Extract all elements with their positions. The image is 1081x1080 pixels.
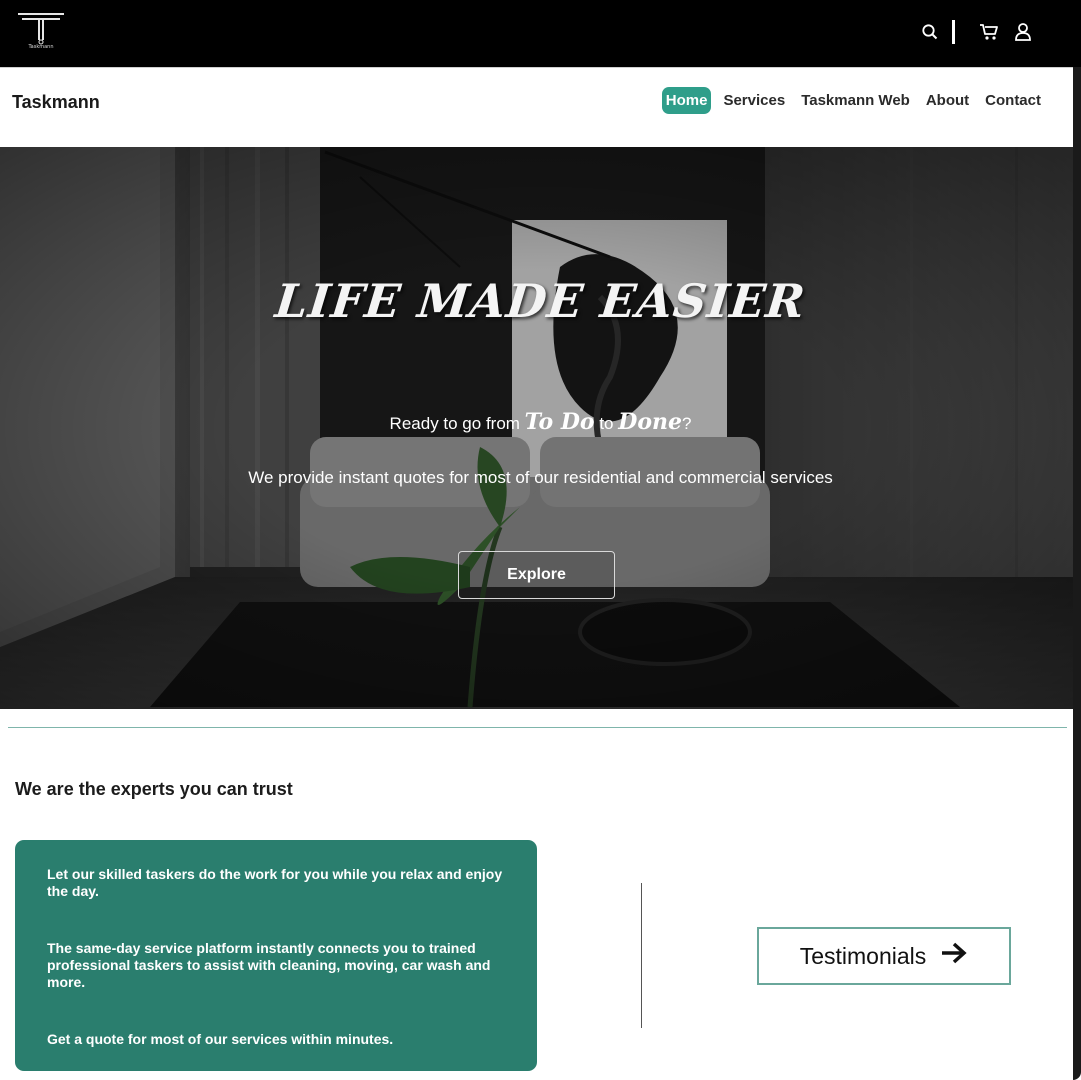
about-paragraph-1: Let our skilled taskers do the work for … xyxy=(47,866,503,899)
nav-menu: Home Services Taskmann Web About Contact xyxy=(654,87,1045,114)
about-card: Let our skilled taskers do the work for … xyxy=(15,840,537,1071)
nav-taskmann-web[interactable]: Taskmann Web xyxy=(797,87,914,114)
arrow-right-icon xyxy=(940,941,968,971)
cart-icon[interactable] xyxy=(977,20,1001,44)
hero-description: We provide instant quotes for most of ou… xyxy=(248,468,833,487)
hero-section: LIFE MADE EASIER Ready to go from To Do … xyxy=(0,147,1081,709)
window-edge xyxy=(1073,67,1081,1080)
top-icons xyxy=(918,18,1035,46)
tagline-todo: To Do xyxy=(524,409,595,435)
brand-name[interactable]: Taskmann xyxy=(12,92,100,113)
testimonials-label: Testimonials xyxy=(799,942,927,969)
hero-title: LIFE MADE EASIER xyxy=(272,274,809,328)
vertical-divider xyxy=(641,883,642,1028)
icon-separator xyxy=(952,20,955,44)
search-icon[interactable] xyxy=(918,20,942,44)
hero-tagline: Ready to go from To Do to Done? xyxy=(0,409,1081,435)
window-edge-inner xyxy=(1067,709,1073,1080)
testimonials-button[interactable]: Testimonials xyxy=(757,927,1011,985)
main-navbar: Taskmann Home Services Taskmann Web Abou… xyxy=(0,67,1081,147)
top-bar: Taskmann xyxy=(0,0,1081,67)
about-paragraph-2: The same-day service platform instantly … xyxy=(47,940,491,990)
section-divider xyxy=(8,727,1067,728)
user-icon[interactable] xyxy=(1011,20,1035,44)
tagline-prefix: Ready to go from xyxy=(389,414,525,433)
tagline-done: Done xyxy=(618,409,682,435)
nav-about[interactable]: About xyxy=(922,87,973,114)
nav-contact[interactable]: Contact xyxy=(981,87,1045,114)
nav-home[interactable]: Home xyxy=(661,87,712,114)
nav-services[interactable]: Services xyxy=(719,87,789,114)
about-paragraph-3: Get a quote for most of our services wit… xyxy=(47,1031,394,1047)
tagline-suffix: ? xyxy=(681,414,692,433)
explore-button[interactable]: Explore xyxy=(458,551,615,599)
tagline-mid: to xyxy=(594,414,619,433)
experts-heading: We are the experts you can trust xyxy=(15,779,293,799)
logo-text: Taskmann xyxy=(28,44,54,50)
